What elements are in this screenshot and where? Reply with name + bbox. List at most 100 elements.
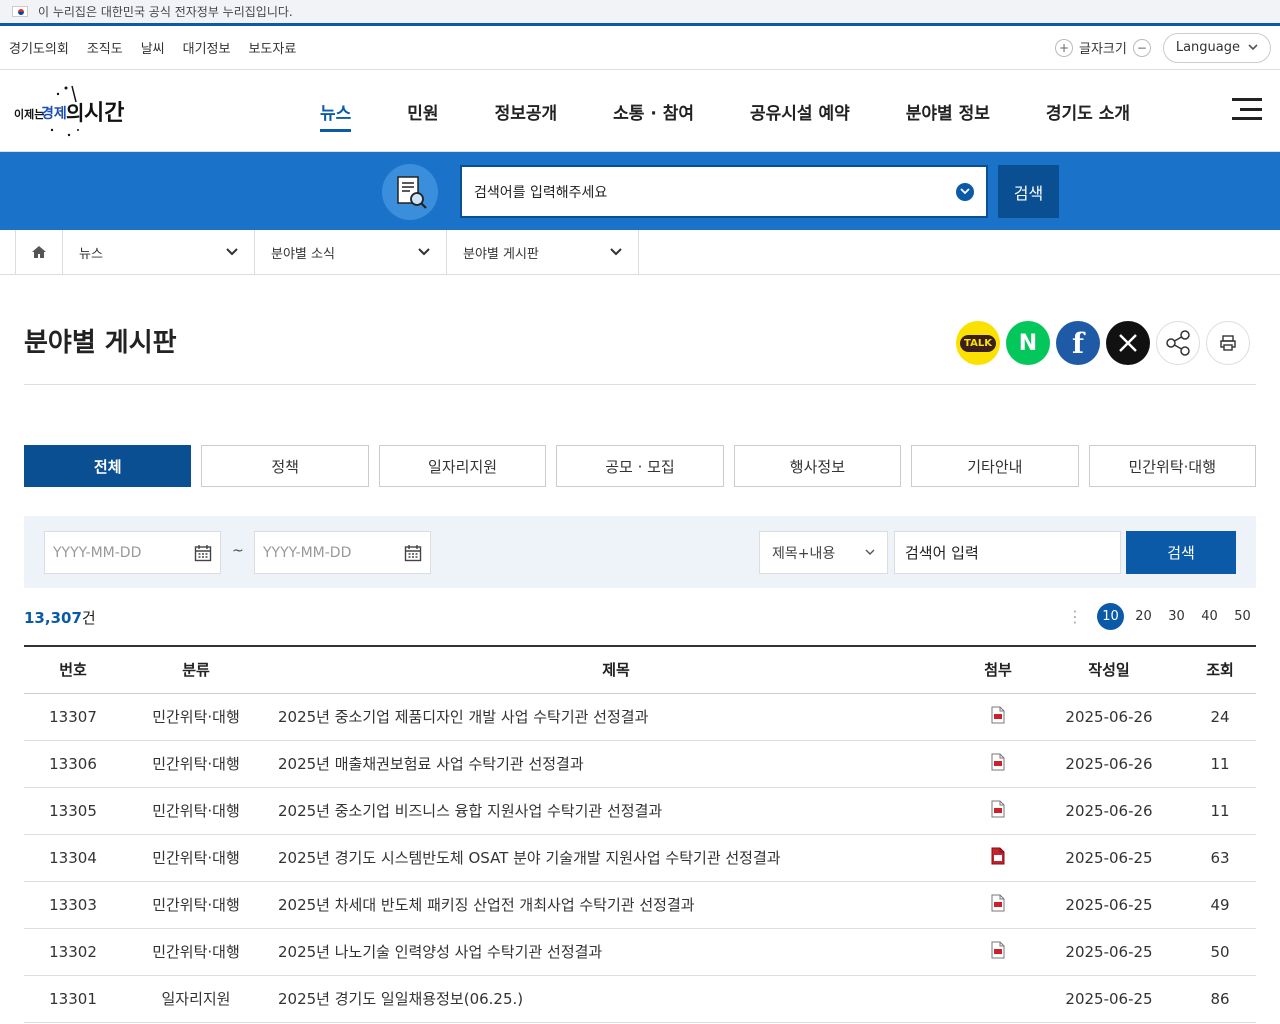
- tab-private-consignment[interactable]: 민간위탁·대행: [1088, 445, 1256, 487]
- nav-item-news[interactable]: 뉴스: [320, 93, 352, 132]
- page-size-50[interactable]: 50: [1229, 603, 1256, 630]
- breadcrumb-item-field-news[interactable]: 분야별 소식: [255, 230, 447, 274]
- utility-bar: 경기도의회 조직도 날씨 대기정보 보도자료 + 글자크기 − Language: [0, 26, 1280, 70]
- util-link-council[interactable]: 경기도의회: [9, 38, 69, 57]
- end-date-input[interactable]: YYYY-MM-DD: [254, 531, 431, 574]
- row-attachment: [962, 787, 1034, 835]
- font-decrease-button[interactable]: −: [1132, 38, 1151, 57]
- home-icon[interactable]: [15, 230, 63, 274]
- pdf-icon[interactable]: [990, 894, 1006, 916]
- utility-right: + 글자크기 − Language: [1055, 32, 1271, 63]
- row-subject-link[interactable]: 2025년 차세대 반도체 패키징 산업전 개최사업 수탁기관 선정결과: [270, 881, 962, 929]
- row-subject-link[interactable]: 2025년 중소기업 비즈니스 융합 지원사업 수탁기관 선정결과: [270, 787, 962, 835]
- table-row[interactable]: 13301 일자리지원 2025년 경기도 일일채용정보(06.25.) 2025-0…: [24, 975, 1256, 1023]
- nav-item-info-disclosure[interactable]: 정보공개: [495, 93, 558, 130]
- table-row[interactable]: 13306 민간위탁·대행 2025년 매출채권보험료 사업 수탁기관 선정결과 20…: [24, 740, 1256, 788]
- search-field-select[interactable]: 제목+내용: [759, 531, 888, 574]
- row-subject-link[interactable]: 2025년 중소기업 제품디자인 개발 사업 수탁기관 선정결과: [270, 693, 962, 741]
- facebook-share-button[interactable]: f: [1056, 321, 1100, 365]
- row-subject-link[interactable]: 2025년 경기도 일일채용정보(06.25.): [270, 975, 962, 1023]
- korea-flag-icon: [12, 6, 28, 17]
- kakaotalk-share-button[interactable]: TALK: [956, 321, 1000, 365]
- font-increase-button[interactable]: +: [1055, 38, 1073, 57]
- row-subject-link[interactable]: 2025년 매출채권보험료 사업 수탁기관 선정결과: [270, 740, 962, 788]
- tab-policy[interactable]: 정책: [201, 445, 369, 487]
- language-button[interactable]: Language: [1162, 32, 1271, 63]
- nav-item-participation[interactable]: 소통 · 참여: [613, 93, 694, 130]
- pdf-icon[interactable]: [990, 706, 1006, 728]
- tab-contest-recruit[interactable]: 공모 · 모집: [556, 445, 724, 487]
- nav-item-facility-reservation[interactable]: 공유시설 예약: [750, 93, 850, 130]
- tab-other-notice[interactable]: 기타안내: [911, 445, 1079, 487]
- nav-item-civil-service[interactable]: 민원: [407, 93, 438, 130]
- row-subject-link[interactable]: 2025년 경기도 시스템반도체 OSAT 분야 기술개발 지원사업 수탁기관 …: [270, 834, 962, 882]
- filter-search-button[interactable]: 검색: [1126, 531, 1236, 574]
- row-views: 11: [1184, 787, 1256, 835]
- tab-job-support[interactable]: 일자리지원: [378, 445, 547, 487]
- calendar-icon[interactable]: [194, 544, 212, 562]
- print-button[interactable]: [1206, 321, 1250, 365]
- tab-all[interactable]: 전체: [24, 445, 192, 487]
- breadcrumb-label: 분야별 소식: [271, 246, 335, 262]
- nav-item-field-info[interactable]: 분야별 정보: [906, 93, 990, 130]
- util-link-org-chart[interactable]: 조직도: [87, 38, 123, 57]
- table-row[interactable]: 13302 민간위탁·대행 2025년 나노기술 인력양성 사업 수탁기관 선정결과…: [24, 928, 1256, 976]
- util-link-weather[interactable]: 날씨: [141, 38, 165, 57]
- language-label: Language: [1175, 40, 1240, 55]
- naver-share-button[interactable]: N: [1006, 321, 1050, 365]
- util-link-air-quality[interactable]: 대기정보: [183, 38, 231, 57]
- x-share-button[interactable]: [1106, 321, 1150, 365]
- row-attachment: [962, 928, 1034, 976]
- col-number: 번호: [24, 645, 122, 694]
- breadcrumb-item-news[interactable]: 뉴스: [63, 230, 255, 274]
- date-range-separator: ~: [232, 543, 244, 559]
- font-size-control: + 글자크기 −: [1055, 38, 1151, 57]
- keyword-input[interactable]: 검색어 입력: [894, 531, 1121, 574]
- page-size-20[interactable]: 20: [1130, 603, 1157, 630]
- row-number: 13305: [24, 787, 122, 835]
- row-views: 11: [1184, 740, 1256, 788]
- row-category: 민간위탁·대행: [122, 787, 270, 835]
- row-category: 민간위탁·대행: [122, 928, 270, 976]
- pdf-icon[interactable]: [990, 941, 1006, 963]
- share-button[interactable]: [1156, 321, 1200, 365]
- chevron-down-icon[interactable]: [956, 182, 974, 201]
- breadcrumb-item-field-board[interactable]: 분야별 게시판: [447, 230, 639, 274]
- row-date: 2025-06-26: [1034, 740, 1184, 788]
- util-link-press-release[interactable]: 보도자료: [248, 38, 296, 57]
- col-date: 작성일: [1034, 645, 1184, 694]
- row-category: 민간위탁·대행: [122, 834, 270, 882]
- start-date-input[interactable]: YYYY-MM-DD: [44, 531, 221, 574]
- page-size-selector: ⋮ 10 20 30 40 50: [1067, 603, 1256, 630]
- page-size-10[interactable]: 10: [1097, 603, 1124, 630]
- table-row[interactable]: 13305 민간위탁·대행 2025년 중소기업 비즈니스 융합 지원사업 수탁기관…: [24, 787, 1256, 835]
- search-field-value: 제목+내용: [772, 545, 836, 562]
- calendar-icon[interactable]: [404, 544, 422, 562]
- pdf-icon[interactable]: [990, 753, 1006, 775]
- keyword-placeholder: 검색어 입력: [905, 544, 979, 562]
- menu-icon[interactable]: [1232, 98, 1262, 120]
- document-icon[interactable]: [990, 847, 1006, 869]
- table-row[interactable]: 13304 민간위탁·대행 2025년 경기도 시스템반도체 OSAT 분야 기술개…: [24, 834, 1256, 882]
- page-size-40[interactable]: 40: [1196, 603, 1223, 630]
- row-subject-link[interactable]: 2025년 나노기술 인력양성 사업 수탁기관 선정결과: [270, 928, 962, 976]
- search-filter: YYYY-MM-DD ~ YYYY-MM-DD 제목+내용 검색어 입력 검색: [24, 516, 1256, 588]
- page-size-30[interactable]: 30: [1163, 603, 1190, 630]
- row-date: 2025-06-25: [1034, 834, 1184, 882]
- tab-events[interactable]: 행사정보: [733, 445, 902, 487]
- start-date-placeholder: YYYY-MM-DD: [53, 544, 142, 561]
- row-views: 50: [1184, 928, 1256, 976]
- svg-text:의: 의: [66, 101, 84, 125]
- col-subject: 제목: [270, 645, 962, 694]
- table-row[interactable]: 13303 민간위탁·대행 2025년 차세대 반도체 패키징 산업전 개최사업 수…: [24, 881, 1256, 929]
- pdf-icon[interactable]: [990, 800, 1006, 822]
- site-logo[interactable]: 이제는 경제 의 시간: [14, 80, 124, 140]
- row-views: 63: [1184, 834, 1256, 882]
- row-number: 13304: [24, 834, 122, 882]
- site-search-button[interactable]: 검색: [998, 165, 1059, 218]
- more-vertical-icon: ⋮: [1067, 607, 1083, 626]
- site-search-input[interactable]: 검색어를 입력해주세요: [460, 165, 988, 218]
- nav-item-about-gyeonggi[interactable]: 경기도 소개: [1046, 93, 1130, 130]
- table-row[interactable]: 13307 민간위탁·대행 2025년 중소기업 제품디자인 개발 사업 수탁기관 …: [24, 693, 1256, 741]
- row-attachment: [962, 740, 1034, 788]
